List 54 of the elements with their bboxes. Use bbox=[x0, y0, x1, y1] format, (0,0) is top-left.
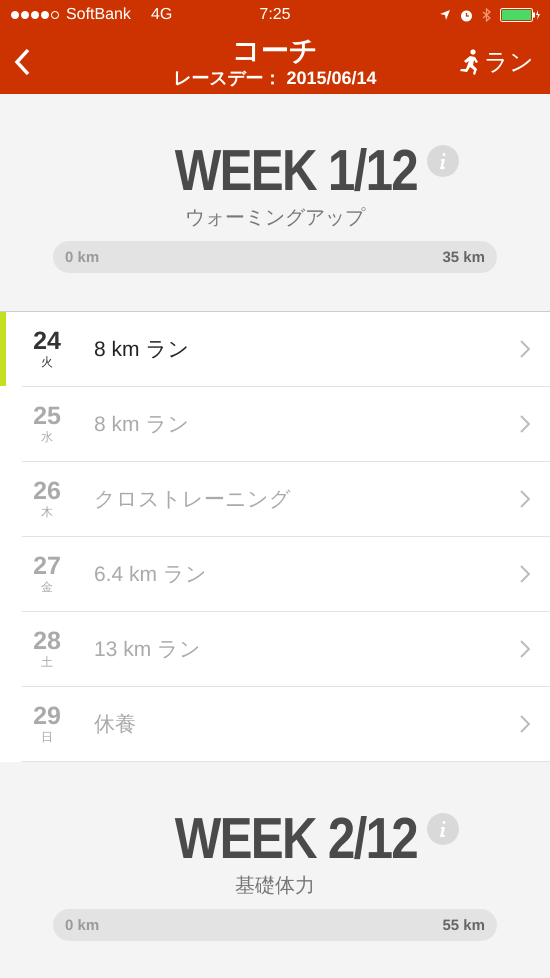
carrier-name: SoftBank bbox=[66, 6, 131, 24]
workout-row[interactable]: 27 金 6.4 km ラン bbox=[22, 537, 550, 612]
workout-name: 8 km ラン bbox=[94, 337, 190, 363]
info-button[interactable] bbox=[426, 145, 458, 177]
status-time: 7:25 bbox=[258, 6, 292, 24]
chevron-right-icon bbox=[520, 565, 530, 583]
workout-name: 8 km ラン bbox=[94, 412, 190, 438]
workout-row[interactable]: 28 土 13 km ラン bbox=[22, 612, 550, 687]
day-number: 29 bbox=[33, 702, 61, 728]
race-day-label: レースデー： 2015/06/14 bbox=[173, 67, 377, 89]
phase-label: ウォーミングアップ bbox=[185, 206, 365, 231]
workout-name: 休養 bbox=[94, 712, 137, 738]
back-chevron-icon bbox=[14, 48, 30, 76]
workout-row[interactable]: 29 日 休養 bbox=[22, 687, 550, 762]
day-number: 27 bbox=[33, 552, 61, 578]
bluetooth-icon bbox=[482, 8, 491, 22]
run-button[interactable]: ラン bbox=[452, 46, 540, 78]
weekday: 金 bbox=[41, 578, 53, 596]
start-distance: 0 km bbox=[65, 916, 100, 934]
chevron-right-icon bbox=[520, 640, 530, 658]
workout-row[interactable]: 26 木 クロストレーニング bbox=[22, 462, 550, 537]
day-number: 24 bbox=[33, 328, 61, 354]
chevron-right-icon bbox=[520, 715, 530, 733]
workout-name: クロストレーニング bbox=[94, 487, 292, 513]
goal-distance: 55 km bbox=[442, 916, 485, 934]
battery-icon bbox=[500, 8, 540, 22]
nav-title: コーチ bbox=[232, 35, 318, 67]
day-number: 25 bbox=[33, 402, 61, 428]
info-icon bbox=[438, 152, 448, 170]
weekday: 日 bbox=[41, 728, 53, 746]
start-distance: 0 km bbox=[65, 248, 100, 266]
signal-icon bbox=[10, 10, 60, 20]
workout-row[interactable]: 24 火 8 km ラン bbox=[22, 312, 550, 387]
info-icon bbox=[438, 820, 448, 838]
workout-name: 13 km ラン bbox=[94, 637, 202, 663]
phase-label: 基礎体力 bbox=[235, 874, 315, 899]
week-title: WEEK 1/12 bbox=[174, 140, 416, 202]
chevron-right-icon bbox=[520, 415, 530, 433]
day-number: 28 bbox=[33, 628, 61, 654]
weekday: 水 bbox=[41, 428, 53, 446]
week-title: WEEK 2/12 bbox=[174, 808, 416, 870]
chevron-right-icon bbox=[520, 340, 530, 358]
alarm-clock-icon bbox=[460, 8, 473, 22]
info-button[interactable] bbox=[426, 813, 458, 845]
weekday: 火 bbox=[41, 354, 53, 370]
location-icon bbox=[439, 9, 451, 21]
weekday: 土 bbox=[41, 654, 53, 670]
workout-name: 6.4 km ラン bbox=[94, 562, 208, 588]
weekday: 木 bbox=[41, 504, 53, 520]
network-type: 4G bbox=[150, 6, 172, 24]
workout-row[interactable]: 25 水 8 km ラン bbox=[22, 387, 550, 462]
goal-distance: 35 km bbox=[442, 248, 485, 266]
chevron-right-icon bbox=[520, 490, 530, 508]
day-number: 26 bbox=[33, 478, 61, 504]
